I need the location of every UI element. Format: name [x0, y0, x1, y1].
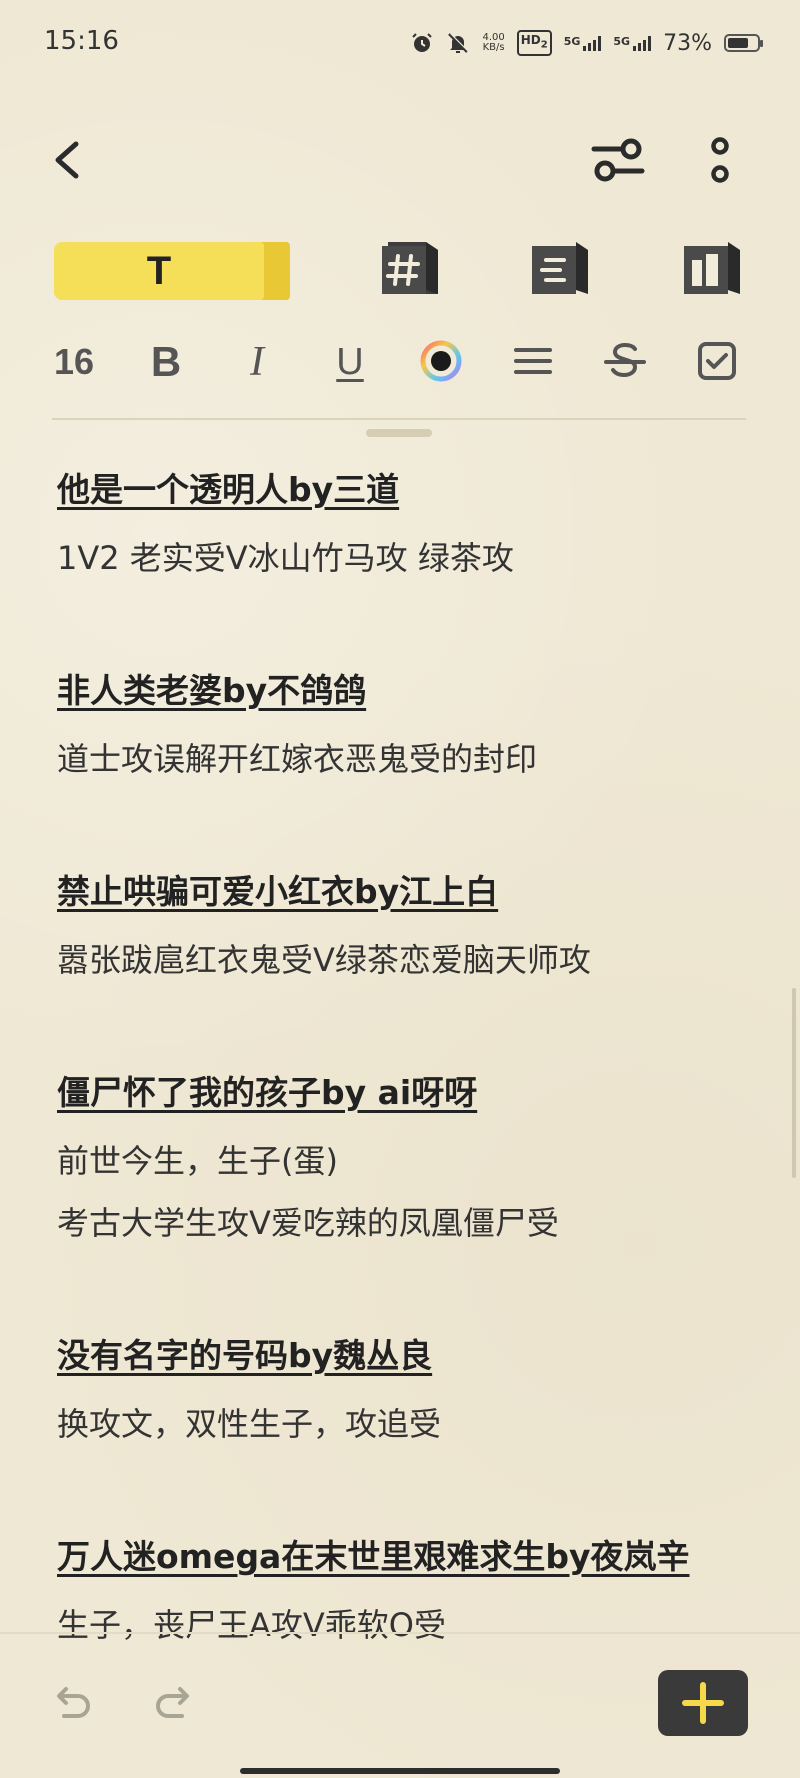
signal-2: 5G [613, 35, 652, 51]
bottom-divider [0, 1632, 800, 1634]
entry-title-line: 非人类老婆by不鸽鸽 [57, 661, 757, 728]
entry-title-line: 没有名字的号码by魏丛良 [57, 1326, 757, 1393]
battery-percent: 73% [663, 30, 712, 56]
layout-mode-icon[interactable] [680, 238, 746, 298]
scrollbar[interactable] [792, 988, 796, 1178]
entry-description: 道士攻误解开红嫁衣恶鬼受的封印 [57, 740, 538, 778]
signal-2-label: 5G [613, 35, 631, 48]
checkbox-icon[interactable] [694, 338, 740, 384]
status-bar: 15:16 4.00 KB/s HD2 5G 5G 73% [0, 0, 800, 86]
toolbar-divider [52, 418, 746, 420]
signal-1-label: 5G [563, 35, 581, 48]
list-mode-icon[interactable] [528, 238, 594, 298]
status-icons: 4.00 KB/s HD2 5G 5G 73% [410, 28, 763, 58]
note-entry: 他是一个透明人by三道 1V2 老实受V冰山竹马攻 绿茶攻 [57, 460, 757, 589]
entry-title: 非人类老婆by不鸽鸽 [57, 671, 367, 710]
font-size-button[interactable]: 16 [52, 336, 96, 388]
home-indicator [240, 1768, 560, 1774]
filter-sliders-icon[interactable] [588, 132, 648, 188]
entry-title: 僵尸怀了我的孩子by ai呀呀 [57, 1073, 478, 1112]
undo-icon[interactable] [50, 1682, 94, 1726]
note-entry: 没有名字的号码by魏丛良 换攻文，双性生子，攻追受 [57, 1326, 757, 1455]
net-speed: 4.00 KB/s [482, 33, 504, 53]
entry-title-line: 禁止哄骗可爱小红衣by江上白 [57, 862, 757, 929]
strikethrough-icon[interactable] [602, 338, 648, 384]
status-time: 15:16 [44, 26, 119, 56]
net-speed-unit: KB/s [482, 42, 505, 53]
hd-badge: HD2 [516, 30, 552, 56]
note-entry: 禁止哄骗可爱小红衣by江上白嚣张跋扈红衣鬼受V绿茶恋爱脑天师攻 [57, 862, 757, 991]
color-picker-icon[interactable] [418, 338, 464, 384]
entry-description: 考古大学生攻V爱吃辣的凤凰僵尸受 [57, 1204, 559, 1242]
bold-button[interactable]: B [146, 336, 186, 388]
entry-description: 嚣张跋扈红衣鬼受V绿茶恋爱脑天师攻 [57, 941, 591, 979]
alarm-icon [412, 33, 433, 52]
redo-icon[interactable] [152, 1682, 196, 1726]
entry-description: 1V2 老实受V冰山竹马攻 绿茶攻 [57, 539, 514, 577]
drag-handle[interactable] [366, 429, 432, 437]
battery-fill [728, 38, 748, 48]
hd-label: HD [520, 33, 541, 48]
note-entry: 非人类老婆by不鸽鸽道士攻误解开红嫁衣恶鬼受的封印 [57, 661, 757, 790]
signal-2-bars-icon [633, 35, 652, 51]
entry-title: 没有名字的号码by魏丛良 [57, 1336, 433, 1375]
more-vertical-icon[interactable] [702, 136, 738, 186]
add-button[interactable] [658, 1670, 748, 1736]
mute-bell-icon [448, 33, 470, 53]
entry-title-line: 僵尸怀了我的孩子by ai呀呀 [57, 1063, 757, 1130]
underline-button[interactable]: U [332, 336, 368, 388]
note-content[interactable]: 他是一个透明人by三道 1V2 老实受V冰山竹马攻 绿茶攻 非人类老婆by不鸽鸽道士… [57, 460, 757, 1656]
note-entry: 僵尸怀了我的孩子by ai呀呀 前世今生，生子(蛋) 考古大学生攻V爱吃辣的凤凰僵尸… [57, 1063, 757, 1254]
add-icon [682, 1682, 724, 1724]
back-icon[interactable] [48, 138, 88, 182]
entry-description: 生子，丧尸王A攻V乖软O受 [57, 1606, 446, 1644]
italic-button[interactable]: I [242, 336, 272, 388]
entry-title: 禁止哄骗可爱小红衣by江上白 [57, 872, 499, 911]
hashtag-icon[interactable] [378, 238, 444, 298]
signal-1: 5G [564, 35, 602, 51]
entry-title: 万人迷omega在末世里艰难求生by夜岚辛 [57, 1537, 690, 1576]
entry-description: 前世今生，生子(蛋) [57, 1142, 338, 1180]
align-icon[interactable] [510, 338, 556, 384]
entry-title: 他是一个透明人by三道 [57, 470, 400, 509]
entry-description: 换攻文，双性生子，攻追受 [57, 1405, 442, 1443]
battery-icon [724, 34, 763, 52]
note-entry: 万人迷omega在末世里艰难求生by夜岚辛 生子，丧尸王A攻V乖软O受 [57, 1527, 757, 1656]
hd-sub: 2 [540, 39, 548, 51]
signal-1-bars-icon [583, 35, 602, 51]
entry-title-line: 万人迷omega在末世里艰难求生by夜岚辛 [57, 1527, 757, 1594]
entry-title-line: 他是一个透明人by三道 [57, 460, 757, 527]
text-mode-icon: T [146, 248, 172, 293]
text-mode-tab[interactable]: T [54, 242, 290, 300]
